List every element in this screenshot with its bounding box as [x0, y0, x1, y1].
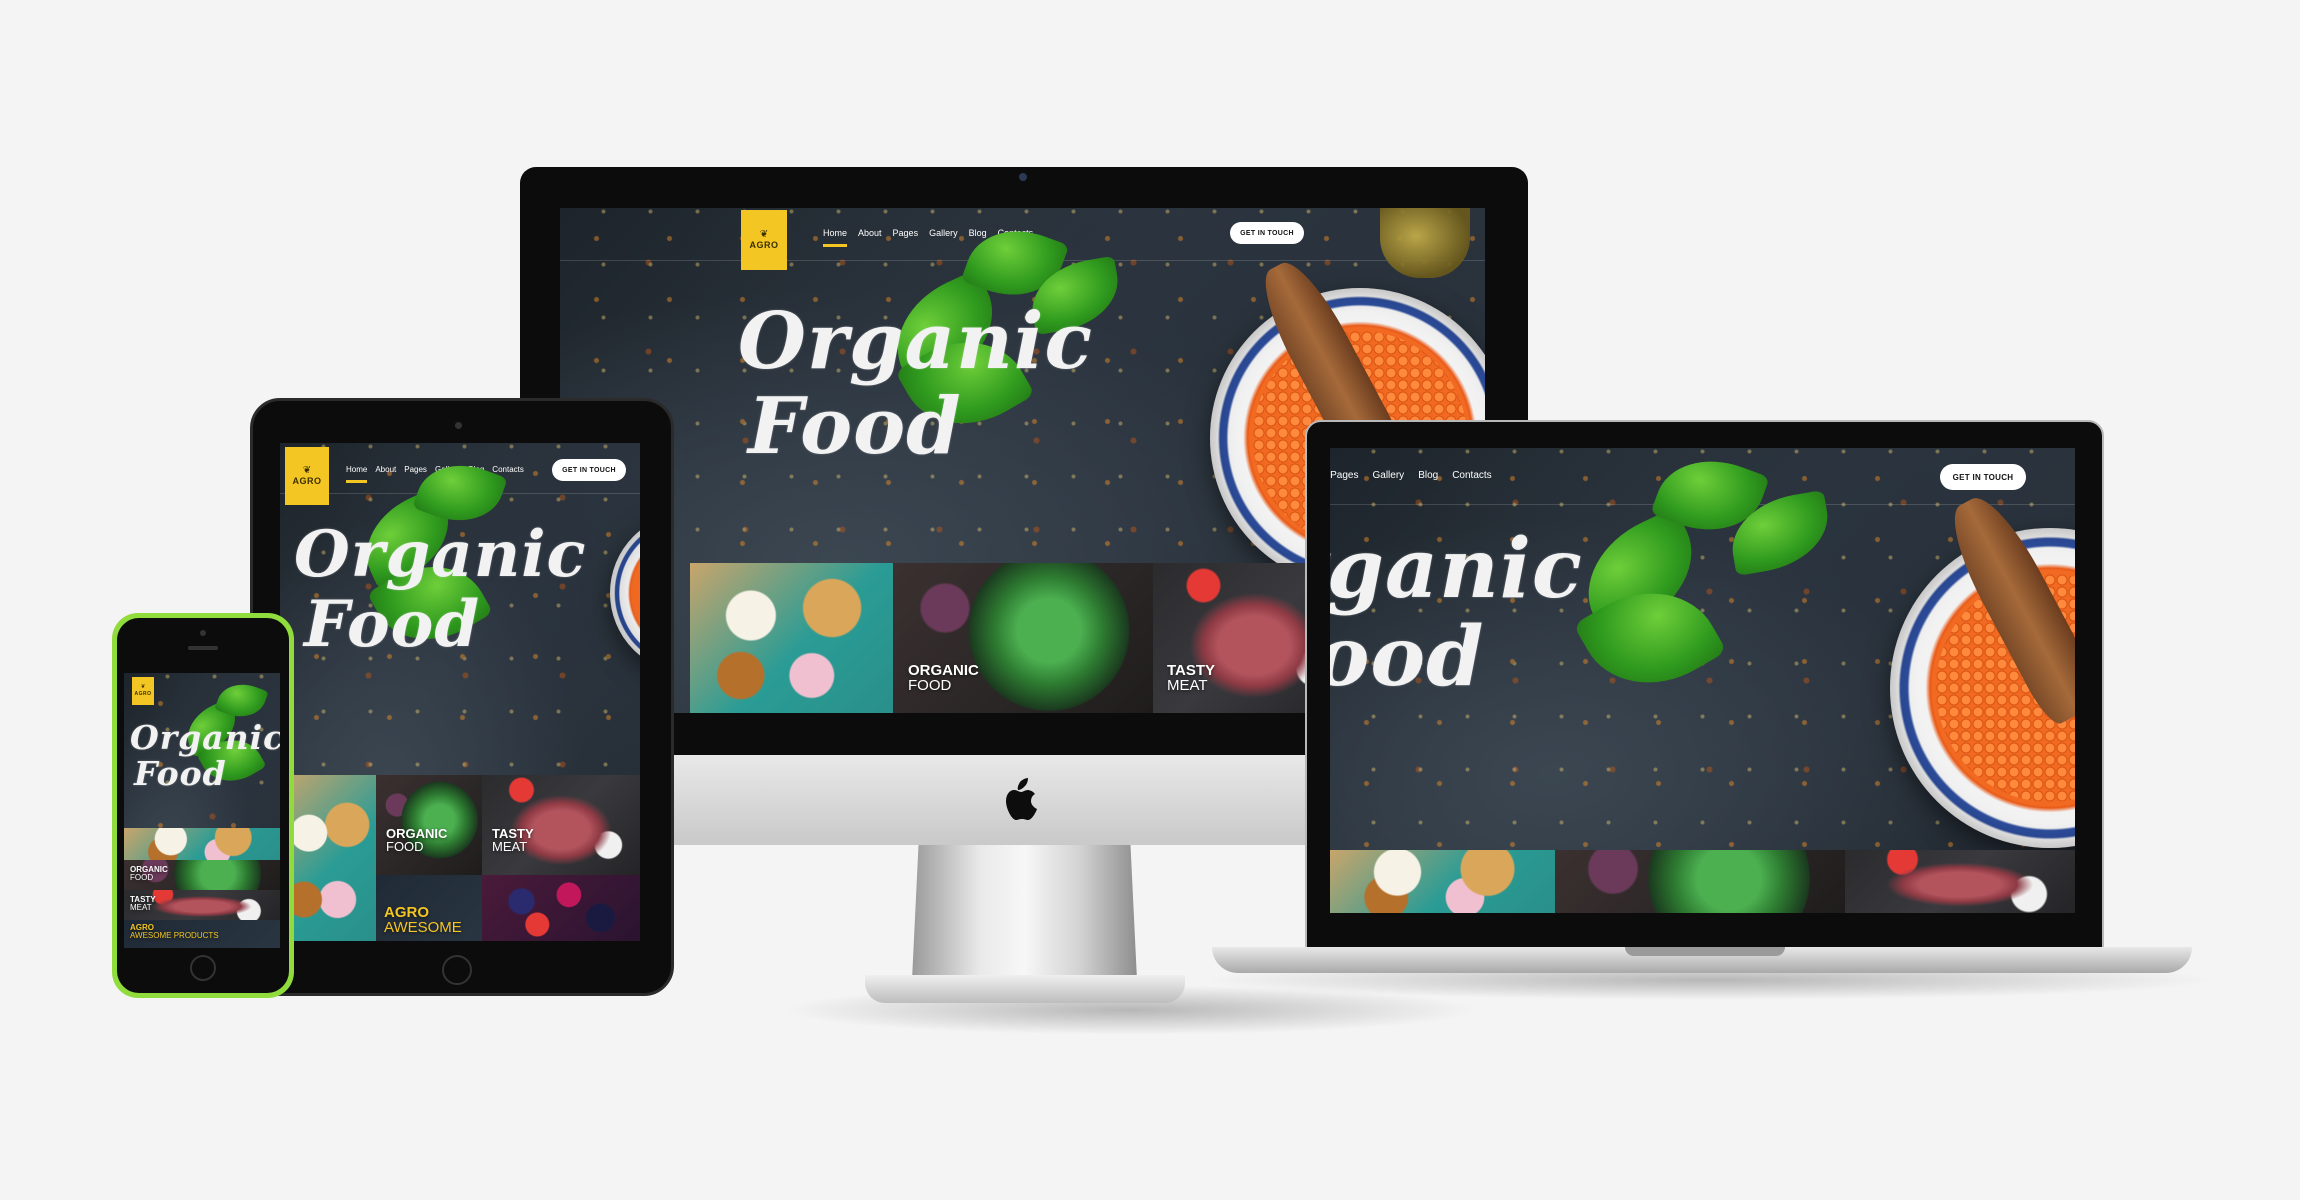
monitor-stand-base	[865, 975, 1185, 1003]
nav-item-home[interactable]: Home	[823, 228, 848, 247]
nav-item-home[interactable]: Home	[346, 465, 368, 483]
get-in-touch-button[interactable]: GET IN TOUCH	[552, 459, 626, 481]
tile-breakfast[interactable]	[280, 775, 376, 941]
logo-text: AGRO	[134, 690, 152, 697]
main-nav: About Pages Gallery Blog Contacts	[1330, 470, 1492, 481]
tile-tasty-label: TASTY MEAT	[492, 826, 534, 854]
tile-tasty-meat[interactable]	[1845, 850, 2075, 913]
logo-text: AGRO	[292, 475, 322, 486]
home-button-icon	[442, 955, 472, 985]
tile-tasty-label: TASTY MEAT	[1167, 662, 1216, 694]
hero-title-line1: Organic	[294, 517, 587, 592]
site-logo[interactable]: ❦ AGRO	[132, 677, 154, 705]
hero-title-partial-line2: Food	[1330, 609, 1485, 705]
tile-organic-food[interactable]: ORGANIC FOOD	[376, 775, 482, 875]
hero-title-line2: Food	[134, 754, 227, 793]
tile-breakfast[interactable]	[690, 563, 893, 713]
nav-item-pages[interactable]: Pages	[893, 228, 919, 247]
nav-item-gallery[interactable]: Gallery	[929, 228, 958, 247]
laptop-notch	[1625, 947, 1785, 956]
tile-breakfast[interactable]	[1330, 850, 1555, 913]
tile-agro-awesome[interactable]: AGRO AWESOME	[376, 875, 482, 941]
camera-icon	[1019, 173, 1027, 181]
tile-breakfast[interactable]	[124, 828, 280, 860]
tile-agro-products[interactable]: AGRO AWESOME PRODUCTS	[124, 920, 280, 948]
tile-tasty-meat[interactable]: TASTY MEAT	[124, 890, 280, 920]
phone-speaker	[188, 646, 218, 650]
tile-agro-label: AGRO AWESOME PRODUCTS	[130, 923, 219, 940]
get-in-touch-button[interactable]: GET IN TOUCH	[1940, 464, 2026, 490]
hero-title-line2: Food	[748, 381, 962, 472]
tile-tasty-label: TASTY MEAT	[130, 895, 156, 912]
tile-organic-food[interactable]: ORGANIC FOOD	[124, 860, 280, 890]
logo-text: AGRO	[749, 239, 779, 250]
nav-item-about[interactable]: About	[858, 228, 882, 247]
olive-oil-bottle	[1380, 208, 1470, 278]
site-logo[interactable]: ❦ AGRO	[741, 210, 787, 270]
nav-item-contacts[interactable]: Contacts	[1452, 470, 1491, 481]
phone-screen: ❦ AGRO Organic Food ORGANIC FOOD TASTY MEA…	[124, 673, 280, 948]
monitor-stand-neck	[912, 840, 1137, 980]
get-in-touch-button[interactable]: GET IN TOUCH	[1230, 222, 1304, 244]
leaf-logo-icon: ❦	[759, 229, 769, 241]
tile-agro-label: AGRO AWESOME	[384, 904, 462, 936]
nav-item-blog[interactable]: Blog	[1418, 470, 1438, 481]
tile-tasty-meat[interactable]: TASTY MEAT	[482, 775, 640, 875]
tile-berries[interactable]	[482, 875, 640, 941]
nav-item-pages[interactable]: Pages	[1330, 470, 1358, 481]
tile-organic-label: ORGANIC FOOD	[908, 662, 979, 694]
site-logo[interactable]: ❦ AGRO	[285, 447, 329, 505]
camera-icon	[200, 630, 206, 636]
leaf-logo-icon: ❦	[302, 465, 312, 477]
hero-title-partial: Organic	[1330, 521, 1583, 617]
nav-item-about[interactable]: About	[375, 465, 396, 483]
nav-item-gallery[interactable]: Gallery	[1373, 470, 1405, 481]
tile-organic-food[interactable]	[1555, 850, 1845, 913]
home-button-icon	[190, 955, 216, 981]
tile-organic-label: ORGANIC FOOD	[130, 865, 168, 882]
tile-organic-label: ORGANIC FOOD	[386, 826, 448, 854]
hero-title-line2: Food	[304, 587, 481, 662]
hero-title-line1: Organic	[738, 296, 1093, 387]
camera-icon	[455, 422, 462, 429]
laptop-screen: About Pages Gallery Blog Contacts GET IN…	[1330, 448, 2075, 913]
tile-organic-food[interactable]: ORGANIC FOOD	[893, 563, 1153, 713]
hero-title-line1: Organic	[130, 718, 280, 757]
tablet-screen: ❦ AGRO Home About Pages Gallery Blog Con…	[280, 443, 640, 941]
apple-logo-icon	[1005, 778, 1043, 822]
